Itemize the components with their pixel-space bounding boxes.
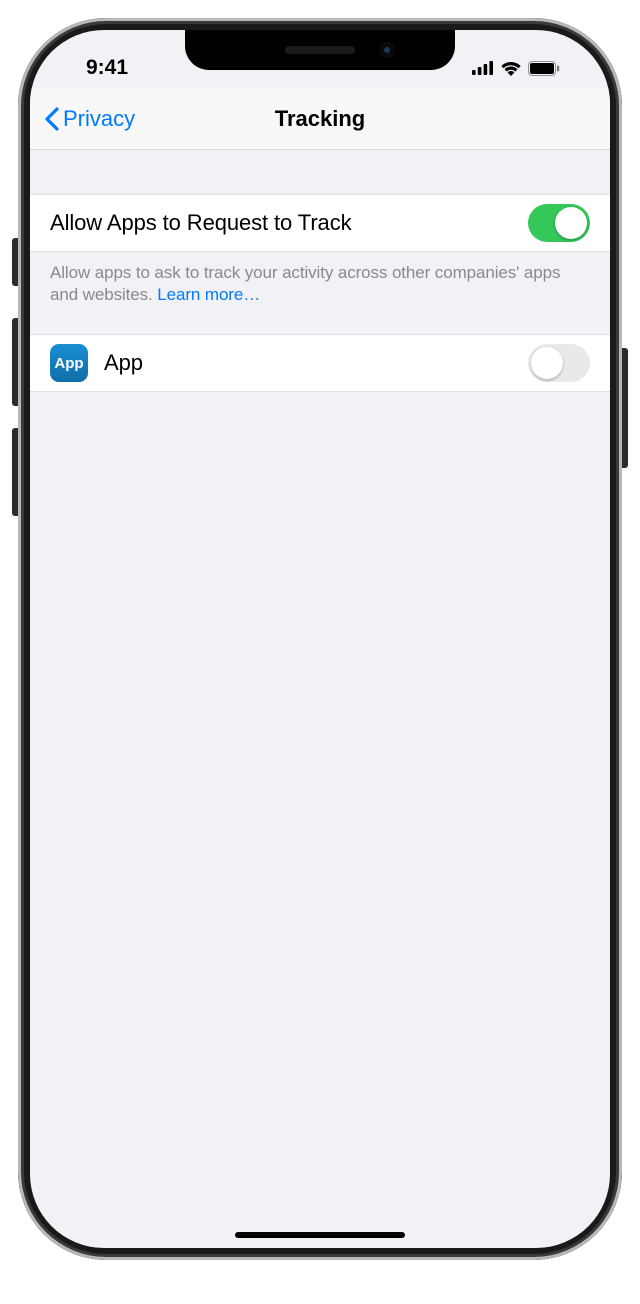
app-name-label: App: [104, 350, 512, 376]
app-row: App App: [30, 334, 610, 392]
nav-bar: Privacy Tracking: [30, 88, 610, 150]
status-icons: [472, 60, 578, 76]
side-button: [622, 348, 628, 468]
app-tracking-toggle[interactable]: [528, 344, 590, 382]
allow-apps-track-toggle[interactable]: [528, 204, 590, 242]
home-indicator[interactable]: [235, 1232, 405, 1238]
footer-description: Allow apps to ask to track your activity…: [50, 263, 560, 304]
notch: [185, 30, 455, 70]
wifi-icon: [500, 60, 522, 76]
screen: 9:41: [30, 30, 610, 1248]
cellular-icon: [472, 61, 494, 75]
toggle-knob: [555, 207, 587, 239]
status-time: 9:41: [62, 56, 128, 80]
speaker-grille: [285, 46, 355, 54]
battery-icon: [528, 61, 560, 76]
front-camera: [379, 42, 395, 58]
toggle-knob: [531, 347, 563, 379]
app-icon: App: [50, 344, 88, 382]
chevron-left-icon: [44, 107, 59, 131]
back-button[interactable]: Privacy: [44, 106, 135, 132]
allow-apps-track-label: Allow Apps to Request to Track: [50, 210, 512, 236]
learn-more-link[interactable]: Learn more…: [157, 285, 260, 304]
content: Allow Apps to Request to Track Allow app…: [30, 150, 610, 392]
phone-frame: 9:41: [18, 18, 622, 1260]
back-label: Privacy: [63, 106, 135, 132]
allow-apps-track-row: Allow Apps to Request to Track: [30, 194, 610, 252]
section-footer: Allow apps to ask to track your activity…: [30, 252, 610, 334]
